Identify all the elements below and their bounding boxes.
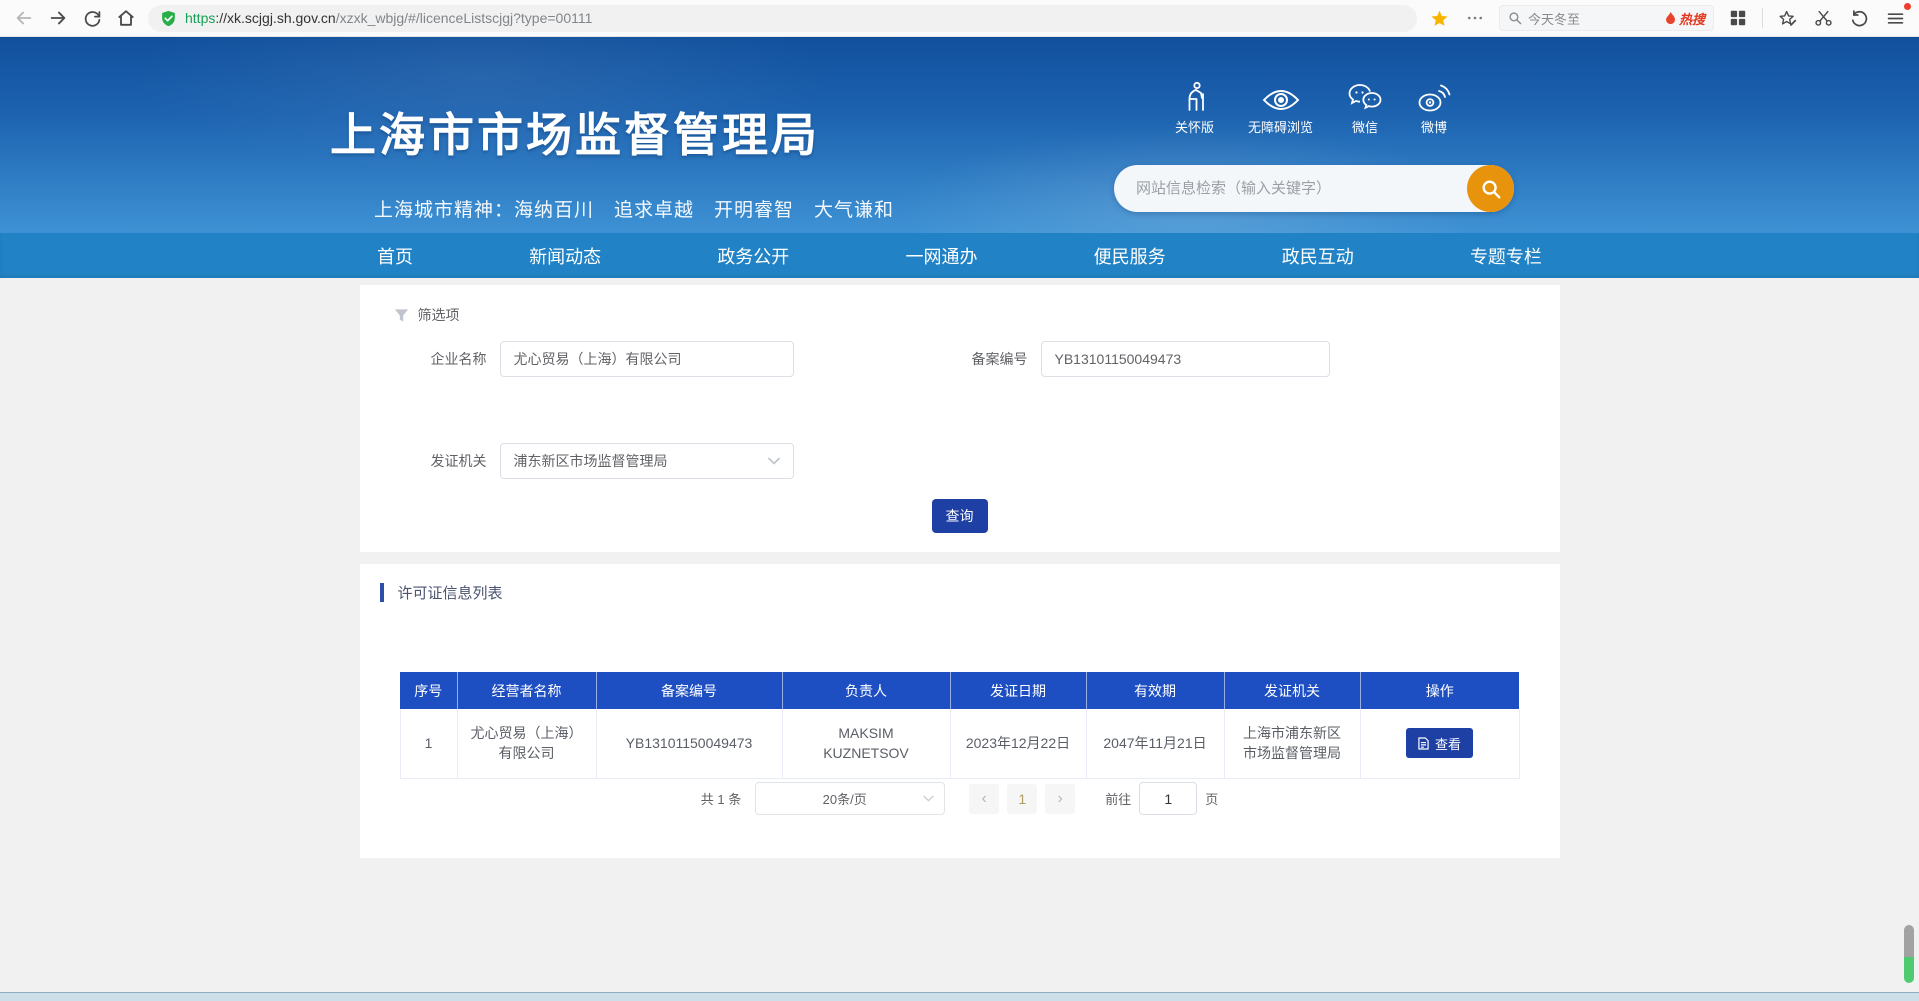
funnel-icon <box>394 308 409 323</box>
site-title: 上海市市场监督管理局 <box>330 99 820 165</box>
prev-page-button[interactable]: ‹ <box>969 784 999 814</box>
col-header-issue-date: 发证日期 <box>950 672 1086 709</box>
screenshot-root: https://xk.scjgj.sh.gov.cn/xzxk_wbjg/#/l… <box>0 0 1919 1001</box>
wechat-icon <box>1347 79 1383 113</box>
quick-link-wechat[interactable]: 微信 <box>1347 79 1383 136</box>
site-search-input[interactable] <box>1114 180 1467 197</box>
next-page-button[interactable]: › <box>1045 784 1075 814</box>
page-size-select[interactable]: 20条/页 <box>755 782 945 815</box>
undo-history-icon[interactable] <box>1847 6 1871 30</box>
quick-link-care-version[interactable]: 关怀版 <box>1175 79 1214 136</box>
screenshot-scissors-icon[interactable] <box>1811 6 1835 30</box>
eye-icon <box>1261 79 1301 113</box>
site-search-bar <box>1114 165 1514 212</box>
trending-search-text: 今天冬至 <box>1528 9 1658 28</box>
browser-toolbar: https://xk.scjgj.sh.gov.cn/xzxk_wbjg/#/l… <box>0 0 1919 37</box>
bookmark-star-icon[interactable] <box>1427 6 1451 30</box>
weibo-icon <box>1417 79 1451 113</box>
chevron-down-icon <box>923 795 934 802</box>
window-bottom-edge <box>0 992 1919 1001</box>
nav-item-one-stop[interactable]: 一网通办 <box>905 243 977 269</box>
apps-grid-icon[interactable] <box>1726 6 1750 30</box>
more-options-icon[interactable] <box>1463 6 1487 30</box>
cell-issuing-authority: 上海市浦东新区市场监督管理局 <box>1224 709 1360 778</box>
query-button[interactable]: 查询 <box>932 499 988 533</box>
nav-item-interaction[interactable]: 政民互动 <box>1282 243 1354 269</box>
nav-item-home[interactable]: 首页 <box>377 243 413 269</box>
col-header-valid-until: 有效期 <box>1086 672 1224 709</box>
view-button[interactable]: 查看 <box>1406 728 1473 758</box>
site-search-button[interactable] <box>1467 165 1514 212</box>
cell-actions: 查看 <box>1360 709 1519 778</box>
address-bar[interactable]: https://xk.scjgj.sh.gov.cn/xzxk_wbjg/#/l… <box>148 5 1417 32</box>
col-header-operator-name: 经营者名称 <box>457 672 596 709</box>
total-count-text: 共 1 条 <box>701 789 741 808</box>
main-navigation: 首页 新闻动态 政务公开 一网通办 便民服务 政民互动 专题专栏 <box>0 233 1919 278</box>
issuing-authority-select[interactable]: 浦东新区市场监督管理局 <box>500 443 794 479</box>
nav-item-gov-affairs[interactable]: 政务公开 <box>717 243 789 269</box>
flame-icon <box>1664 11 1677 26</box>
nav-item-news[interactable]: 新闻动态 <box>529 243 601 269</box>
col-header-index: 序号 <box>400 672 457 709</box>
page-background: 筛选项 企业名称 备案编号 发证机关 浦东新区市场监督管理局 <box>0 278 1919 992</box>
col-header-record-number: 备案编号 <box>596 672 782 709</box>
col-header-person-in-charge: 负责人 <box>782 672 950 709</box>
notification-dot <box>1904 3 1911 10</box>
document-icon <box>1418 737 1429 750</box>
nav-item-services[interactable]: 便民服务 <box>1094 243 1166 269</box>
filter-panel: 筛选项 企业名称 备案编号 发证机关 浦东新区市场监督管理局 <box>360 285 1560 552</box>
site-header-banner: 上海市市场监督管理局 上海城市精神：海纳百川 追求卓越 开明睿智 大气谦和 关怀… <box>0 37 1919 233</box>
table-header-row: 序号 经营者名称 备案编号 负责人 发证日期 有效期 发证机关 操作 <box>400 672 1519 709</box>
header-quick-links: 关怀版 无障碍浏览 微信 微博 <box>1175 79 1451 136</box>
pagination: 共 1 条 20条/页 ‹ 1 › 前往 <box>360 782 1560 815</box>
current-page-button[interactable]: 1 <box>1007 784 1037 814</box>
quick-link-accessibility[interactable]: 无障碍浏览 <box>1248 79 1313 136</box>
licence-list-panel: 许可证信息列表 序号 经营者名称 备案编号 负责人 发证日期 <box>360 564 1560 858</box>
record-number-input[interactable] <box>1041 341 1330 377</box>
section-title-bar <box>380 583 384 602</box>
back-icon[interactable] <box>12 6 36 30</box>
cell-operator-name: 尤心贸易（上海）有限公司 <box>457 709 596 778</box>
nav-item-topics[interactable]: 专题专栏 <box>1470 243 1542 269</box>
issuing-authority-label: 发证机关 <box>360 451 500 471</box>
cell-record-number: YB13101150049473 <box>596 709 782 778</box>
cell-person-in-charge: MAKSIM KUZNETSOV <box>782 709 950 778</box>
goto-label: 前往 <box>1105 789 1131 808</box>
chevron-down-icon <box>768 457 780 465</box>
cell-index: 1 <box>400 709 457 778</box>
home-icon[interactable] <box>114 6 138 30</box>
add-favorite-icon[interactable] <box>1775 6 1799 30</box>
company-name-label: 企业名称 <box>360 349 500 369</box>
url-text: https://xk.scjgj.sh.gov.cn/xzxk_wbjg/#/l… <box>185 10 592 26</box>
filter-section-title: 筛选项 <box>418 305 460 325</box>
vertical-scrollbar-thumb[interactable] <box>1904 925 1914 983</box>
secure-shield-icon <box>160 10 177 27</box>
licence-list-title: 许可证信息列表 <box>398 582 503 603</box>
forward-icon[interactable] <box>46 6 70 30</box>
col-header-actions: 操作 <box>1360 672 1519 709</box>
col-header-issuing-authority: 发证机关 <box>1224 672 1360 709</box>
search-icon <box>1508 11 1522 25</box>
page-unit-label: 页 <box>1205 789 1218 808</box>
cell-issue-date: 2023年12月22日 <box>950 709 1086 778</box>
company-name-input[interactable] <box>500 341 794 377</box>
toolbar-separator <box>1762 8 1763 28</box>
table-row: 1 尤心贸易（上海）有限公司 YB13101150049473 MAKSIM K… <box>400 709 1519 778</box>
cell-valid-until: 2047年11月21日 <box>1086 709 1224 778</box>
licence-table: 序号 经营者名称 备案编号 负责人 发证日期 有效期 发证机关 操作 1 <box>400 672 1520 779</box>
toolbar-search-box[interactable]: 今天冬至 热搜 <box>1499 5 1714 31</box>
refresh-icon[interactable] <box>80 6 104 30</box>
goto-page-input[interactable] <box>1139 782 1197 815</box>
elderly-icon <box>1180 79 1210 113</box>
site-motto: 上海城市精神：海纳百川 追求卓越 开明睿智 大气谦和 <box>374 195 894 222</box>
record-number-label: 备案编号 <box>901 349 1041 369</box>
quick-link-weibo[interactable]: 微博 <box>1417 79 1451 136</box>
browser-menu-icon[interactable] <box>1883 6 1907 30</box>
hot-search-badge[interactable]: 热搜 <box>1664 9 1705 28</box>
